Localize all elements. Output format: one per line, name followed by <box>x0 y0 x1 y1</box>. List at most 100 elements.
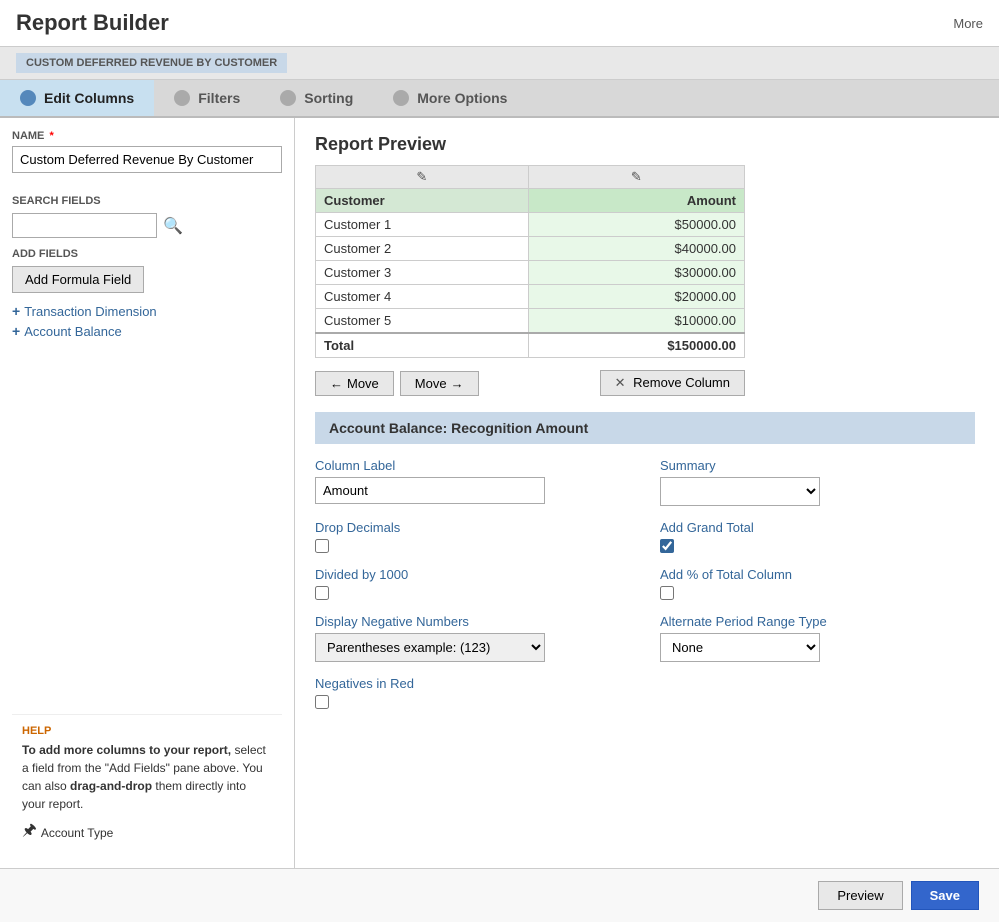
arrow-left-icon: ← <box>330 376 343 391</box>
divided-by-1000-label: Divided by 1000 <box>315 567 630 582</box>
save-button[interactable]: Save <box>911 881 979 910</box>
tab-dot-sorting <box>280 90 296 106</box>
field-group-account-balance[interactable]: + Account Balance <box>12 323 282 339</box>
add-pct-total-group: Add % of Total Column <box>660 567 975 600</box>
help-section: HELP To add more columns to your report,… <box>12 714 282 856</box>
col1-icon-cell[interactable]: ✎ <box>316 166 529 189</box>
help-text: To add more columns to your report, sele… <box>22 741 272 813</box>
sub-header: CUSTOM DEFERRED REVENUE BY CUSTOMER <box>0 47 999 80</box>
drop-decimals-checkbox-row <box>315 539 630 553</box>
move-left-button[interactable]: ← Move <box>315 371 394 396</box>
alt-period-label: Alternate Period Range Type <box>660 614 975 629</box>
more-link[interactable]: More <box>953 16 983 31</box>
add-pct-total-checkbox[interactable] <box>660 586 674 600</box>
tab-dot-edit-columns <box>20 90 36 106</box>
preview-button[interactable]: Preview <box>818 881 902 910</box>
edit-icon-col2[interactable]: ✎ <box>631 169 642 184</box>
tab-edit-columns-label: Edit Columns <box>44 90 134 106</box>
footer: Preview Save <box>0 868 999 922</box>
table-row: Customer 1 $50000.00 <box>316 213 745 237</box>
divided-by-1000-group: Divided by 1000 <box>315 567 630 600</box>
amount-cell: $20000.00 <box>528 285 744 309</box>
preview-table-container: ✎ ✎ Customer Amount Customer 1 $50000.00 <box>315 165 979 358</box>
customer-cell: Customer 4 <box>316 285 529 309</box>
plus-icon-account-balance: + <box>12 323 20 339</box>
customer-cell: Customer 1 <box>316 213 529 237</box>
col1-header: Customer <box>316 189 529 213</box>
header: Report Builder More <box>0 0 999 47</box>
drop-decimals-group: Drop Decimals <box>315 520 630 553</box>
right-panel: Report Preview ✎ ✎ Customer Amount <box>295 118 999 868</box>
name-input[interactable] <box>12 146 282 173</box>
table-row: Customer 3 $30000.00 <box>316 261 745 285</box>
cursor-icon: 🖈 <box>22 819 37 846</box>
page-title: Report Builder <box>16 10 169 36</box>
x-icon: ✕ <box>615 375 626 390</box>
preview-table: ✎ ✎ Customer Amount Customer 1 $50000.00 <box>315 165 745 358</box>
search-row: 🔍 <box>12 213 282 238</box>
column-label-group: Column Label <box>315 458 630 506</box>
summary-select[interactable] <box>660 477 820 506</box>
amount-cell: $10000.00 <box>528 309 744 334</box>
plus-icon-transaction: + <box>12 303 20 319</box>
summary-label: Summary <box>660 458 975 473</box>
negatives-in-red-checkbox[interactable] <box>315 695 329 709</box>
move-right-button[interactable]: Move → <box>400 371 479 396</box>
name-label: NAME * <box>12 130 282 142</box>
column-settings: Account Balance: Recognition Amount Colu… <box>315 412 979 709</box>
drop-decimals-checkbox[interactable] <box>315 539 329 553</box>
col2-icon-cell[interactable]: ✎ <box>528 166 744 189</box>
tab-filters-label: Filters <box>198 90 240 106</box>
col-icon-row: ✎ ✎ <box>316 166 745 189</box>
search-input[interactable] <box>12 213 157 238</box>
field-group-transaction[interactable]: + Transaction Dimension <box>12 303 282 319</box>
tab-edit-columns[interactable]: Edit Columns <box>0 80 154 116</box>
table-header-row: Customer Amount <box>316 189 745 213</box>
add-formula-button[interactable]: Add Formula Field <box>12 266 144 293</box>
add-grand-total-group: Add Grand Total <box>660 520 975 553</box>
edit-icon-col1[interactable]: ✎ <box>416 169 427 184</box>
help-bold2: drag-and-drop <box>70 779 152 793</box>
amount-cell: $50000.00 <box>528 213 744 237</box>
account-type-row[interactable]: 🖈 Account Type <box>22 819 272 846</box>
add-grand-total-checkbox[interactable] <box>660 539 674 553</box>
tab-sorting[interactable]: Sorting <box>260 80 373 116</box>
search-button[interactable]: 🔍 <box>163 216 183 236</box>
amount-cell: $40000.00 <box>528 237 744 261</box>
negatives-in-red-checkbox-row <box>315 695 630 709</box>
add-pct-total-label: Add % of Total Column <box>660 567 975 582</box>
customer-cell: Customer 5 <box>316 309 529 334</box>
add-grand-total-label: Add Grand Total <box>660 520 975 535</box>
customer-cell: Customer 2 <box>316 237 529 261</box>
summary-group: Summary <box>660 458 975 506</box>
col2-header: Amount <box>528 189 744 213</box>
divided-checkbox-row <box>315 586 630 600</box>
customer-cell: Customer 3 <box>316 261 529 285</box>
tab-more-options[interactable]: More Options <box>373 80 527 116</box>
alt-period-select[interactable]: None Quarter Year <box>660 633 820 662</box>
main-content: NAME * SEARCH FIELDS 🔍 ADD FIELDS Add Fo… <box>0 118 999 868</box>
divided-by-1000-checkbox[interactable] <box>315 586 329 600</box>
sidebar: NAME * SEARCH FIELDS 🔍 ADD FIELDS Add Fo… <box>0 118 295 868</box>
tab-dot-more-options <box>393 90 409 106</box>
remove-column-button[interactable]: ✕ Remove Column <box>600 370 745 396</box>
display-negative-select[interactable]: Parentheses example: (123)Minus Sign exa… <box>315 633 545 662</box>
tab-filters[interactable]: Filters <box>154 80 260 116</box>
tab-sorting-label: Sorting <box>304 90 353 106</box>
report-subtitle: CUSTOM DEFERRED REVENUE BY CUSTOMER <box>16 53 287 73</box>
search-fields-label: SEARCH FIELDS <box>12 195 282 207</box>
drop-decimals-label: Drop Decimals <box>315 520 630 535</box>
account-type-label: Account Type <box>41 826 114 840</box>
col-settings-header: Account Balance: Recognition Amount <box>315 412 975 444</box>
amount-cell: $30000.00 <box>528 261 744 285</box>
help-bold1: To add more columns to your report, <box>22 743 231 757</box>
sidebar-bottom: HELP To add more columns to your report,… <box>12 714 282 856</box>
help-title: HELP <box>22 725 272 737</box>
arrow-right-icon: → <box>451 376 464 391</box>
negatives-in-red-label: Negatives in Red <box>315 676 630 691</box>
table-row: Customer 2 $40000.00 <box>316 237 745 261</box>
display-negative-group: Display Negative Numbers Parentheses exa… <box>315 614 630 662</box>
tab-more-options-label: More Options <box>417 90 507 106</box>
negatives-in-red-group: Negatives in Red <box>315 676 630 709</box>
column-label-input[interactable] <box>315 477 545 504</box>
